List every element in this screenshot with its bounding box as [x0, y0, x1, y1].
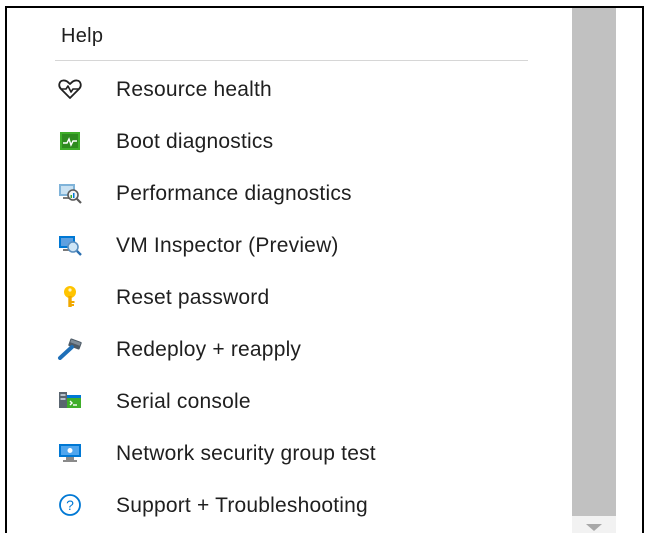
- menu-item-label: Performance diagnostics: [116, 182, 352, 205]
- menu-item-reset-password[interactable]: Reset password: [55, 271, 533, 323]
- menu-item-label: Support + Troubleshooting: [116, 494, 368, 517]
- scroll-down-arrow-icon[interactable]: [586, 524, 602, 531]
- hammer-icon: [57, 337, 83, 361]
- svg-text:?: ?: [66, 497, 74, 513]
- serial-console-icon: [57, 389, 83, 413]
- section-title: Help: [61, 25, 104, 47]
- help-panel: Help Resource health Boot diagnostics Pe…: [55, 8, 533, 533]
- help-panel-frame: Help Resource health Boot diagnostics Pe…: [5, 6, 644, 533]
- heart-pulse-icon: [57, 77, 83, 101]
- performance-diagnostics-icon: [57, 181, 83, 205]
- section-divider: [55, 60, 528, 61]
- question-icon: ?: [57, 493, 83, 517]
- menu-item-label: Reset password: [116, 286, 270, 309]
- menu-item-boot-diagnostics[interactable]: Boot diagnostics: [55, 115, 533, 167]
- scrollbar-thumb[interactable]: [572, 8, 616, 516]
- menu-item-vm-inspector[interactable]: VM Inspector (Preview): [55, 219, 533, 271]
- menu-item-performance-diagnostics[interactable]: Performance diagnostics: [55, 167, 533, 219]
- menu-item-serial-console[interactable]: Serial console: [55, 375, 533, 427]
- section-header: Help: [55, 20, 533, 60]
- menu-item-label: Serial console: [116, 390, 251, 413]
- vm-inspector-icon: [57, 233, 83, 257]
- menu-item-network-security-group-test[interactable]: Network security group test: [55, 427, 533, 479]
- menu-item-label: Redeploy + reapply: [116, 338, 302, 361]
- menu-item-resource-health[interactable]: Resource health: [55, 63, 533, 115]
- boot-diagnostics-icon: [57, 129, 83, 153]
- menu-item-label: Network security group test: [116, 442, 376, 465]
- key-icon: [57, 285, 83, 309]
- menu-item-label: Boot diagnostics: [116, 130, 274, 153]
- menu-item-redeploy-reapply[interactable]: Redeploy + reapply: [55, 323, 533, 375]
- menu-item-label: Resource health: [116, 78, 272, 101]
- menu-item-label: VM Inspector (Preview): [116, 234, 339, 257]
- menu-item-support-troubleshooting[interactable]: ? Support + Troubleshooting: [55, 479, 533, 531]
- network-monitor-icon: [57, 441, 83, 465]
- vertical-scrollbar[interactable]: [572, 8, 616, 533]
